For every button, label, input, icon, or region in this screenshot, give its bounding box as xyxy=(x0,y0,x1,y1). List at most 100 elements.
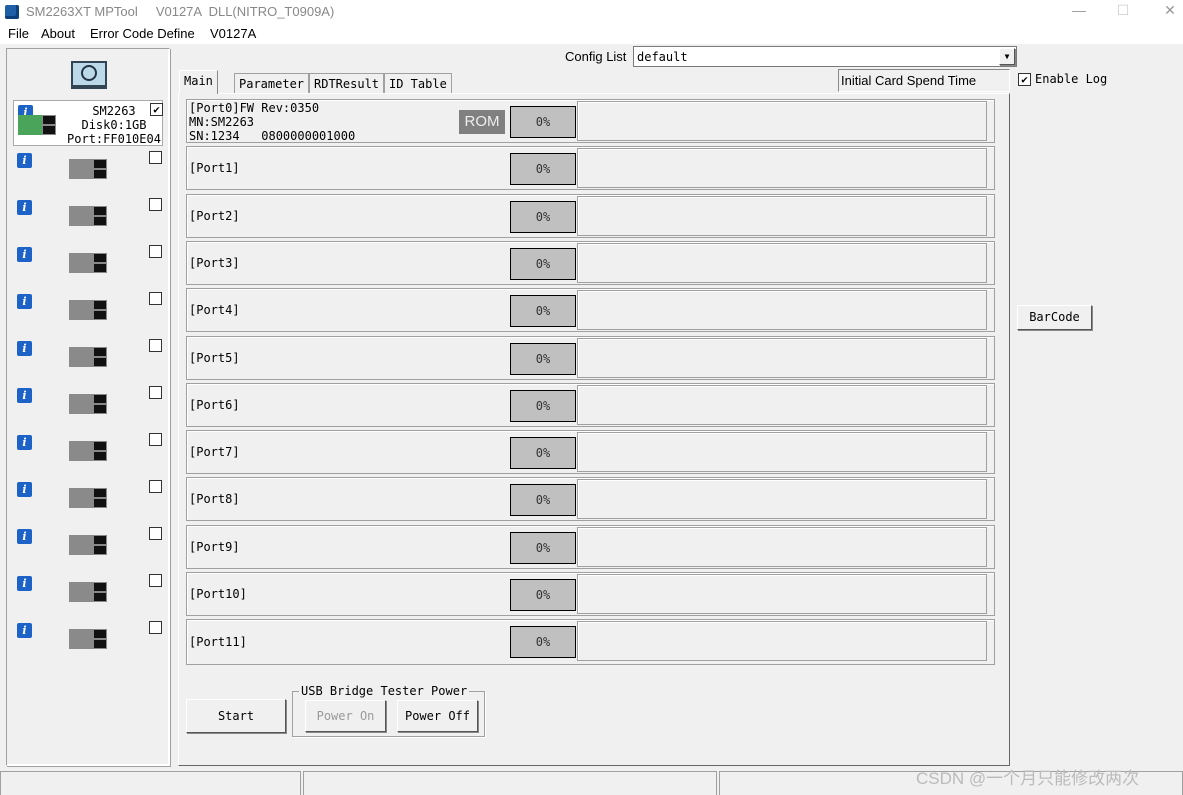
tab-id-table[interactable]: ID Table xyxy=(384,73,452,94)
slot-checkbox[interactable] xyxy=(149,339,162,352)
card-part xyxy=(93,498,107,508)
card-reader-icon xyxy=(69,157,107,183)
slot-checkbox[interactable] xyxy=(149,527,162,540)
device-slot[interactable]: i xyxy=(13,619,163,665)
card-reader-icon xyxy=(69,204,107,230)
menu-about[interactable]: About xyxy=(41,26,75,41)
progress-percent: 0% xyxy=(510,295,576,328)
port-label: [Port2] xyxy=(189,208,240,223)
card-part xyxy=(69,629,93,649)
card-part xyxy=(93,159,107,169)
status-bar-section-1 xyxy=(0,771,301,795)
search-icon[interactable] xyxy=(71,61,107,89)
menu-version[interactable]: V0127A xyxy=(210,26,256,41)
info-icon[interactable]: i xyxy=(17,623,32,638)
tab-parameter[interactable]: Parameter xyxy=(234,73,310,94)
device-slot[interactable]: i xyxy=(13,196,163,242)
progress-percent: 0% xyxy=(510,247,576,280)
info-icon[interactable]: i xyxy=(17,529,32,544)
card-part xyxy=(93,545,107,555)
progress-percent: 0% xyxy=(510,579,576,611)
port-label: [Port11] xyxy=(189,635,247,650)
card-reader-icon xyxy=(69,627,107,653)
progress-bar xyxy=(577,101,987,141)
slot-checkbox[interactable] xyxy=(149,292,162,305)
card-part xyxy=(93,263,107,273)
minimize-button[interactable]: — xyxy=(1064,2,1094,22)
device-slot[interactable]: i xyxy=(13,478,163,524)
close-button[interactable]: ✕ xyxy=(1155,2,1183,22)
power-on-button[interactable]: Power On xyxy=(305,700,386,732)
progress-percent: 0% xyxy=(510,484,576,517)
info-icon[interactable]: i xyxy=(17,294,32,309)
start-button[interactable]: Start xyxy=(186,699,286,733)
enable-log-checkbox[interactable]: ✔ xyxy=(1018,73,1031,86)
card-part xyxy=(42,125,56,135)
info-icon[interactable]: i xyxy=(17,247,32,262)
device-slot[interactable]: i xyxy=(13,243,163,289)
config-list-value: default xyxy=(637,50,688,64)
port-label: [Port4] xyxy=(189,303,240,318)
card-part xyxy=(93,639,107,649)
progress-bar xyxy=(577,337,987,378)
info-icon[interactable]: i xyxy=(17,482,32,497)
info-icon[interactable]: i xyxy=(17,435,32,450)
progress-percent: 0% xyxy=(510,106,576,138)
device-slot[interactable]: i xyxy=(13,525,163,571)
port-label: [Port7] xyxy=(189,445,240,460)
power-off-button[interactable]: Power Off xyxy=(397,700,478,732)
menu-error-code-define[interactable]: Error Code Define xyxy=(90,26,195,41)
info-icon[interactable]: i xyxy=(17,576,32,591)
progress-percent: 0% xyxy=(510,626,576,659)
slot-checkbox[interactable] xyxy=(149,574,162,587)
barcode-button[interactable]: BarCode xyxy=(1017,305,1092,330)
app-icon xyxy=(5,5,19,19)
slot-checkbox[interactable] xyxy=(149,245,162,258)
slot-checkbox[interactable] xyxy=(149,386,162,399)
config-list-select[interactable]: default ▼ xyxy=(633,46,1017,67)
card-part xyxy=(93,629,107,639)
progress-bar xyxy=(577,526,987,567)
slot-checkbox[interactable] xyxy=(149,621,162,634)
device-slot[interactable]: i xyxy=(13,290,163,336)
progress-percent: 0% xyxy=(510,200,576,233)
device-slot[interactable]: i xyxy=(13,149,163,195)
info-icon[interactable]: i xyxy=(17,388,32,403)
tab-main[interactable]: Main xyxy=(179,70,218,94)
tab-rdtresult[interactable]: RDTResult xyxy=(309,73,385,94)
info-icon[interactable]: i xyxy=(17,341,32,356)
config-list-label: Config List xyxy=(565,49,627,64)
info-icon[interactable]: i xyxy=(17,200,32,215)
slot-checkbox[interactable] xyxy=(149,480,162,493)
port-row: [Port8] 0% xyxy=(186,477,995,522)
progress-bar xyxy=(577,242,987,283)
port-label: [Port8] xyxy=(189,492,240,507)
port-row: [Port9] 0% xyxy=(186,524,995,569)
slot-checkbox[interactable] xyxy=(149,198,162,211)
slot-checkbox[interactable] xyxy=(149,433,162,446)
maximize-button[interactable]: ☐ xyxy=(1108,2,1138,22)
title-bar: SM2263XT MPTool V0127A DLL(NITRO_T0909A)… xyxy=(0,0,1183,24)
info-icon[interactable]: i xyxy=(17,153,32,168)
progress-bar xyxy=(577,148,987,189)
port-label: [Port5] xyxy=(189,350,240,365)
device-slot[interactable]: i xyxy=(13,384,163,430)
progress-bar xyxy=(577,384,987,425)
group-title: USB Bridge Tester Power xyxy=(299,684,470,698)
device-slot[interactable]: i xyxy=(13,337,163,383)
card-part xyxy=(42,115,56,125)
device-slot[interactable]: i ✔ SM2263 Disk0:1GB Port:FF010E04 xyxy=(13,100,163,146)
progress-percent: 0% xyxy=(510,153,576,186)
card-part xyxy=(69,441,93,461)
chevron-down-icon[interactable]: ▼ xyxy=(999,48,1015,65)
card-part xyxy=(93,488,107,498)
port-row: [Port10] 0% xyxy=(186,572,995,616)
port-row: [Port5] 0% xyxy=(186,335,995,380)
device-slot[interactable]: i xyxy=(13,572,163,618)
port-label: [Port1] xyxy=(189,161,240,176)
slot-checkbox[interactable] xyxy=(149,151,162,164)
device-slot[interactable]: i xyxy=(13,431,163,477)
card-part xyxy=(93,404,107,414)
usb-bridge-power-group: USB Bridge Tester Power Power On Power O… xyxy=(292,684,485,737)
menu-file[interactable]: File xyxy=(8,26,29,41)
